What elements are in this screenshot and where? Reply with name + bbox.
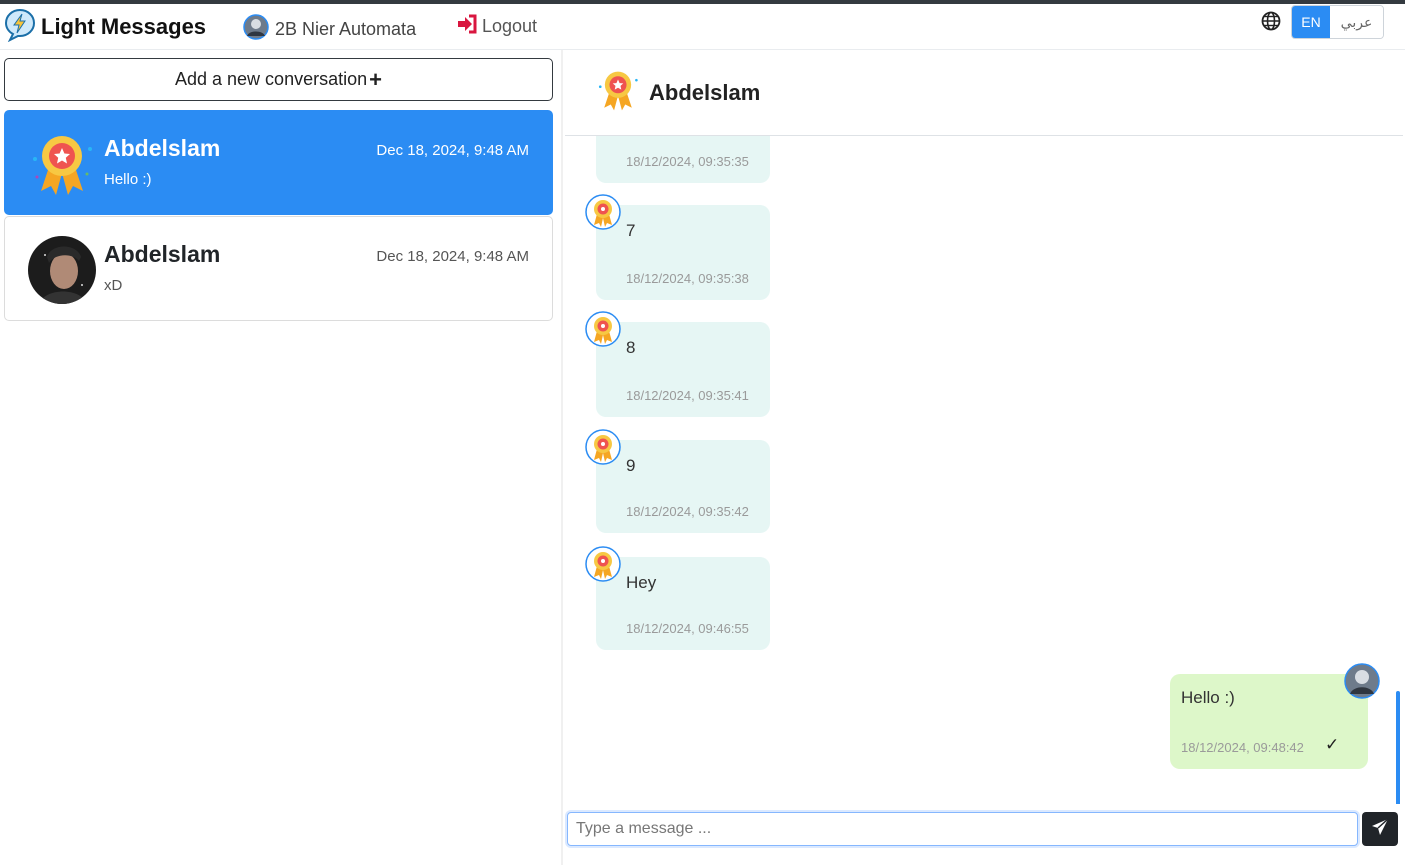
conversation-item[interactable]: Abdelslam Dec 18, 2024, 9:48 AM Hello :) (4, 110, 553, 215)
lang-ar-button[interactable]: عربي (1330, 6, 1383, 38)
chat-title: Abdelslam (649, 79, 761, 105)
scrollbar[interactable] (1396, 691, 1400, 804)
conversation-sidebar: Add a new conversation + Abdelslam Dec 1… (0, 50, 563, 865)
send-icon (1371, 817, 1389, 841)
send-button[interactable] (1362, 812, 1398, 846)
message-text: Hey (626, 573, 657, 592)
logout-link[interactable]: Logout (456, 14, 537, 39)
award-badge-icon (595, 67, 641, 118)
award-badge-icon (585, 311, 621, 347)
logout-label: Logout (482, 16, 538, 36)
user-avatar-icon (243, 14, 269, 45)
conversation-preview: xD (104, 277, 123, 294)
message-time: 18/12/2024, 09:48:42 (1181, 740, 1304, 755)
message-time: 18/12/2024, 09:35:38 (626, 271, 749, 286)
award-badge-icon (585, 194, 621, 230)
brand-title: Light Messages (41, 14, 207, 39)
message-list[interactable]: 18/12/2024, 09:35:35 7 18/12/2024, 09:35… (565, 136, 1403, 804)
avatar (27, 235, 97, 305)
chat-header: Abdelslam (565, 50, 1403, 136)
message-text: 8 (626, 338, 636, 357)
sent-message-bubble: Hello :) 18/12/2024, 09:48:42 ✓ (1170, 663, 1380, 769)
conversation-date: Dec 18, 2024, 9:48 AM (376, 248, 529, 265)
message-text: Hello :) (1181, 688, 1235, 707)
message-time: 18/12/2024, 09:35:42 (626, 504, 749, 519)
message-text: 7 (626, 221, 636, 240)
user-name: 2B Nier Automata (275, 19, 417, 39)
message-bubble: Hey 18/12/2024, 09:46:55 (585, 546, 770, 650)
award-badge-icon (27, 129, 97, 199)
award-badge-icon (585, 546, 621, 582)
plus-icon: + (369, 66, 382, 92)
read-check-icon: ✓ (1325, 735, 1340, 754)
message-time: 18/12/2024, 09:35:41 (626, 388, 749, 403)
user-avatar-icon (1344, 663, 1380, 699)
add-conversation-label: Add a new conversation (175, 69, 368, 89)
lightning-logo-icon (4, 8, 36, 47)
conversation-name: Abdelslam (104, 135, 221, 161)
award-badge-icon (585, 429, 621, 465)
message-composer (565, 810, 1405, 850)
conversation-item[interactable]: Abdelslam Dec 18, 2024, 9:48 AM xD (4, 216, 553, 321)
message-bubble: 9 18/12/2024, 09:35:42 (585, 429, 770, 533)
message-input[interactable] (567, 812, 1358, 846)
lang-en-button[interactable]: EN (1292, 6, 1330, 38)
message-time: 18/12/2024, 09:35:35 (626, 154, 749, 169)
message-text: 9 (626, 456, 636, 475)
message-time: 18/12/2024, 09:46:55 (626, 621, 749, 636)
message-bubble: 7 18/12/2024, 09:35:38 (585, 194, 770, 300)
message-bubble: 8 18/12/2024, 09:35:41 (585, 311, 770, 417)
chat-panel: Abdelslam 18/12/2024, 09:35:35 7 18/12/2… (565, 50, 1405, 865)
logout-icon (456, 14, 478, 39)
conversation-name: Abdelslam (104, 241, 221, 267)
add-conversation-button[interactable]: Add a new conversation + (4, 58, 553, 101)
conversation-preview: Hello :) (104, 171, 152, 188)
navbar: Light Messages 2B Nier Automata Logout E… (0, 4, 1405, 50)
brand[interactable]: Light Messages (4, 8, 207, 47)
language-switcher: EN عربي (1291, 5, 1384, 39)
conversation-date: Dec 18, 2024, 9:48 AM (376, 142, 529, 159)
nav-user-link[interactable]: 2B Nier Automata (243, 14, 416, 45)
globe-icon (1261, 11, 1281, 36)
message-bubble: 18/12/2024, 09:35:35 (596, 136, 770, 183)
